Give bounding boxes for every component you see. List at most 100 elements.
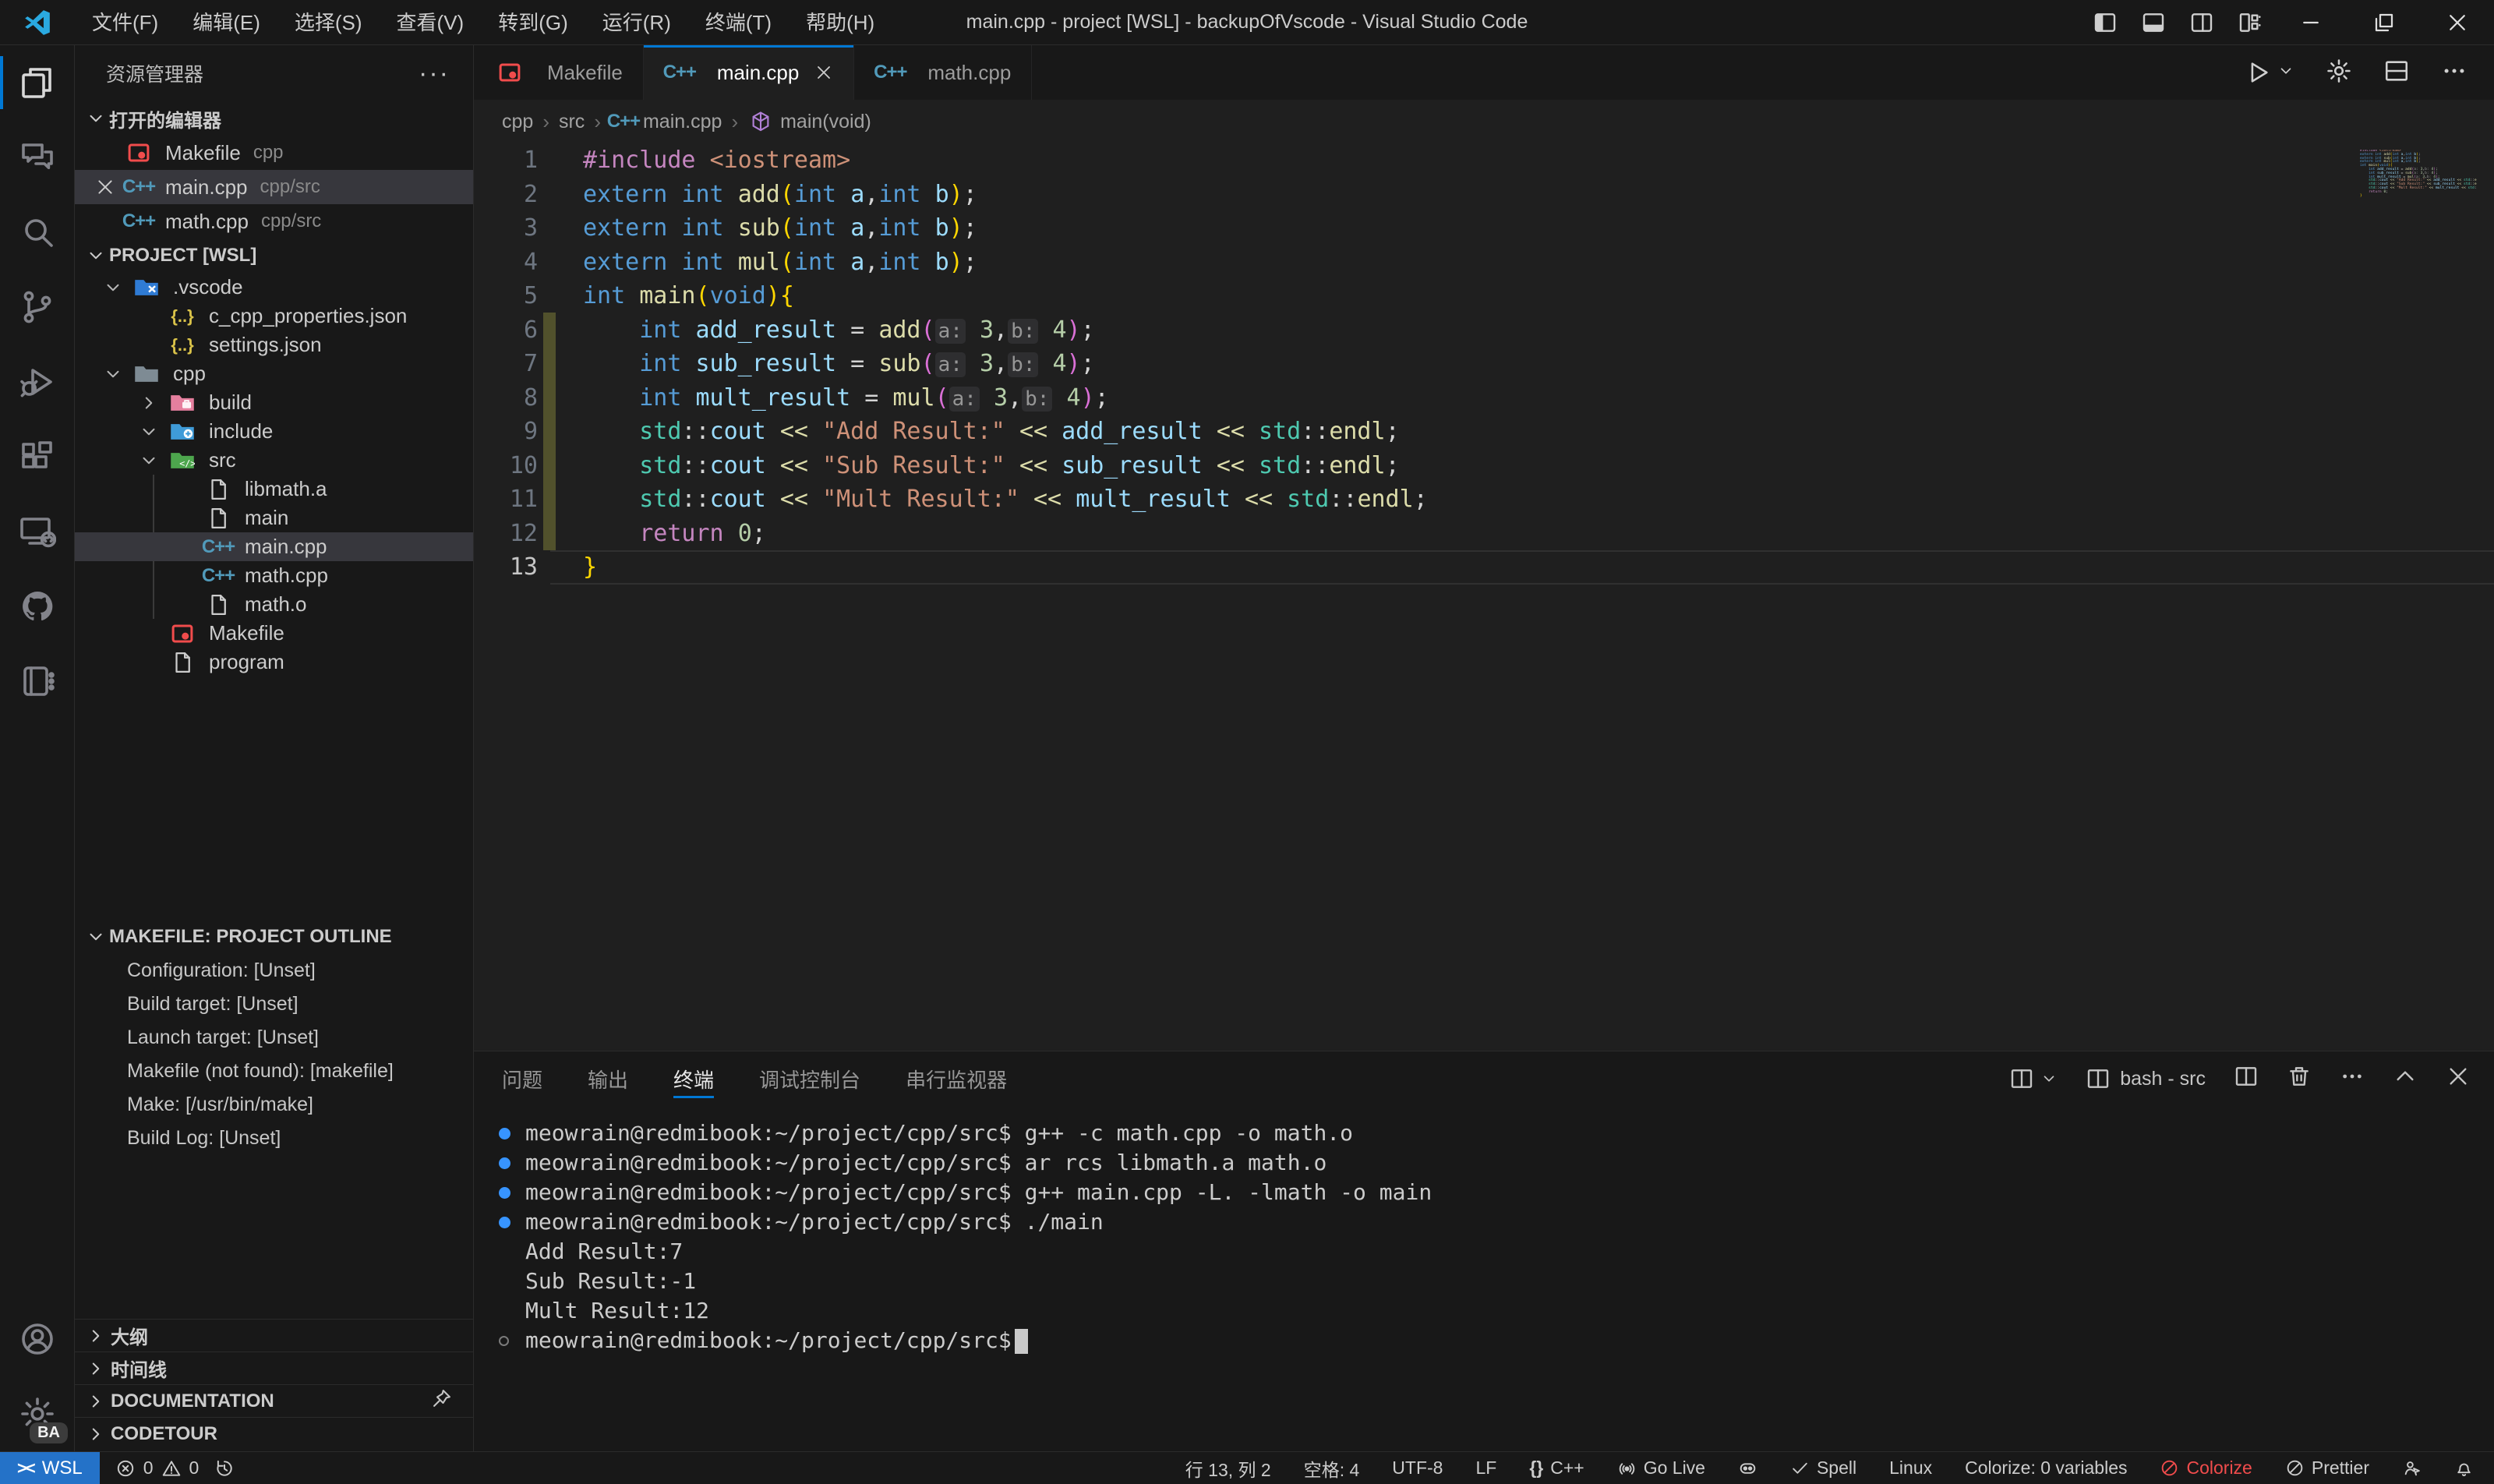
status-item-language-mode[interactable]: {}C++: [1529, 1458, 1584, 1479]
panel-more-actions-icon[interactable]: [2340, 1064, 2365, 1094]
terminal[interactable]: meowrain@redmibook:~/project/cpp/src$ g+…: [474, 1106, 2494, 1451]
open-editors-header[interactable]: 打开的编辑器: [75, 101, 473, 136]
github-icon[interactable]: [0, 569, 74, 644]
tree-item-libmath-a[interactable]: libmath.a: [75, 475, 473, 504]
menu-item[interactable]: 终端(T): [688, 0, 789, 45]
search-icon[interactable]: [0, 195, 74, 270]
tab-main-cpp[interactable]: C++main.cpp: [644, 45, 855, 100]
tree-item-settings-json[interactable]: {..}settings.json: [75, 330, 473, 359]
makefile-tools-icon[interactable]: [0, 644, 74, 719]
status-item-indentation[interactable]: 空格: 4: [1304, 1455, 1360, 1482]
status-item-colorize[interactable]: Colorize: [2160, 1458, 2252, 1479]
sidebar-more-actions-icon[interactable]: ···: [419, 58, 450, 89]
menu-item[interactable]: 查看(V): [380, 0, 482, 45]
command-decoration-icon[interactable]: [499, 1217, 525, 1228]
sidebar-section-3[interactable]: CODETOUR: [75, 1417, 473, 1450]
close-icon[interactable]: [814, 63, 833, 82]
tree-item-program[interactable]: program: [75, 648, 473, 677]
code-editor[interactable]: 1#include <iostream>2extern int add(int …: [474, 143, 2494, 1051]
makefile-outline-item[interactable]: Make: [/usr/bin/make]: [75, 1088, 473, 1122]
makefile-outline-item[interactable]: Build target: [Unset]: [75, 988, 473, 1021]
minimap[interactable]: #include <iostream>extern int add(int a,…: [2360, 150, 2477, 198]
tree-item-math-cpp[interactable]: C++math.cpp: [75, 561, 473, 590]
tree-item-main[interactable]: main: [75, 504, 473, 532]
makefile-outline-item[interactable]: Launch target: [Unset]: [75, 1021, 473, 1055]
tree-item-c-cpp-properties-json[interactable]: {..}c_cpp_properties.json: [75, 302, 473, 330]
panel-tab[interactable]: 串行监视器: [906, 1051, 1007, 1106]
tree-item-include[interactable]: include: [75, 417, 473, 446]
project-section-header[interactable]: PROJECT [WSL]: [75, 238, 473, 273]
run-button[interactable]: [2245, 59, 2294, 86]
problems-status[interactable]: 0 0: [100, 1458, 200, 1479]
chevron-down-icon[interactable]: [103, 364, 131, 384]
status-item-cursor-position[interactable]: 行 13, 列 2: [1185, 1455, 1271, 1482]
tree-item-makefile[interactable]: Makefile: [75, 619, 473, 648]
chevron-down-icon[interactable]: [139, 422, 167, 442]
menu-item[interactable]: 转到(G): [481, 0, 585, 45]
toggle-secondary-sidebar-icon[interactable]: [2178, 0, 2226, 45]
run-debug-icon[interactable]: [0, 344, 74, 419]
chevron-right-icon[interactable]: [139, 393, 167, 413]
makefile-outline-item[interactable]: Build Log: [Unset]: [75, 1122, 473, 1155]
source-control-icon[interactable]: [0, 270, 74, 344]
explorer-icon[interactable]: [0, 45, 74, 120]
tab-Makefile[interactable]: Makefile: [474, 45, 644, 100]
makefile-outline-item[interactable]: Configuration: [Unset]: [75, 954, 473, 988]
tab-math-cpp[interactable]: C++math.cpp: [854, 45, 1032, 100]
breadcrumb-item[interactable]: main(void): [747, 108, 871, 135]
status-item-spell[interactable]: Spell: [1790, 1458, 1856, 1479]
command-decoration-icon[interactable]: [499, 1336, 525, 1346]
status-item-live-share[interactable]: [2402, 1458, 2422, 1478]
minimize-button[interactable]: [2274, 0, 2347, 45]
pin-icon[interactable]: [431, 1387, 453, 1415]
status-item-eol[interactable]: LF: [1475, 1458, 1496, 1479]
chevron-down-icon[interactable]: [103, 277, 131, 298]
panel-tab[interactable]: 终端: [673, 1051, 714, 1106]
breadcrumb-item[interactable]: src: [559, 111, 585, 133]
status-item-notifications[interactable]: [2454, 1458, 2474, 1478]
settings-gear-icon[interactable]: [2326, 58, 2352, 88]
remote-indicator[interactable]: >< WSL: [0, 1452, 100, 1484]
extensions-icon[interactable]: [0, 419, 74, 494]
breadcrumb-item[interactable]: cpp: [502, 111, 533, 133]
makefile-outline-header[interactable]: MAKEFILE: PROJECT OUTLINE: [75, 920, 473, 954]
tree-item-math-o[interactable]: math.o: [75, 590, 473, 619]
restore-button[interactable]: [2347, 0, 2421, 45]
menu-item[interactable]: 选择(S): [277, 0, 380, 45]
status-item-colorize-count[interactable]: Colorize: 0 variables: [1965, 1458, 2127, 1479]
toggle-primary-sidebar-icon[interactable]: [2081, 0, 2129, 45]
terminal-tab-item[interactable]: bash - src: [2086, 1066, 2206, 1091]
split-terminal-icon[interactable]: [2234, 1064, 2259, 1094]
more-actions-icon[interactable]: [2441, 58, 2468, 88]
breadcrumb-item[interactable]: C++main.cpp: [610, 108, 722, 135]
status-item-prettier[interactable]: Prettier: [2285, 1458, 2369, 1479]
menu-item[interactable]: 运行(R): [585, 0, 688, 45]
history-status[interactable]: [199, 1458, 235, 1479]
sidebar-section-0[interactable]: 大纲: [75, 1319, 473, 1352]
sidebar-section-2[interactable]: DOCUMENTATION: [75, 1384, 473, 1417]
account-icon[interactable]: [0, 1302, 74, 1376]
panel-tab[interactable]: 输出: [588, 1051, 628, 1106]
remote-explorer-icon[interactable]: [0, 494, 74, 569]
close-button[interactable]: [2421, 0, 2494, 45]
customize-layout-icon[interactable]: [2226, 0, 2274, 45]
settings-icon[interactable]: BA: [0, 1376, 74, 1451]
status-item-os[interactable]: Linux: [1889, 1458, 1932, 1479]
menu-item[interactable]: 编辑(E): [175, 0, 277, 45]
panel-tab[interactable]: 问题: [502, 1051, 542, 1106]
toggle-panel-icon[interactable]: [2129, 0, 2178, 45]
menu-item[interactable]: 帮助(H): [789, 0, 892, 45]
tree-item-src[interactable]: </>src: [75, 446, 473, 475]
launch-profile-button[interactable]: [2009, 1066, 2058, 1091]
chevron-down-icon[interactable]: [139, 450, 167, 471]
tree-item-main-cpp[interactable]: C++main.cpp: [75, 532, 473, 561]
open-editor-item[interactable]: C++math.cppcpp/src: [75, 204, 473, 238]
menu-item[interactable]: 文件(F): [75, 0, 175, 45]
run-dropdown-icon[interactable]: [2277, 62, 2294, 83]
status-item-copilot[interactable]: [1738, 1458, 1757, 1478]
makefile-outline-item[interactable]: Makefile (not found): [makefile]: [75, 1055, 473, 1088]
sidebar-section-1[interactable]: 时间线: [75, 1352, 473, 1384]
maximize-panel-icon[interactable]: [2393, 1064, 2418, 1094]
open-editor-item[interactable]: Makefilecpp: [75, 136, 473, 170]
close-panel-icon[interactable]: [2446, 1064, 2471, 1094]
